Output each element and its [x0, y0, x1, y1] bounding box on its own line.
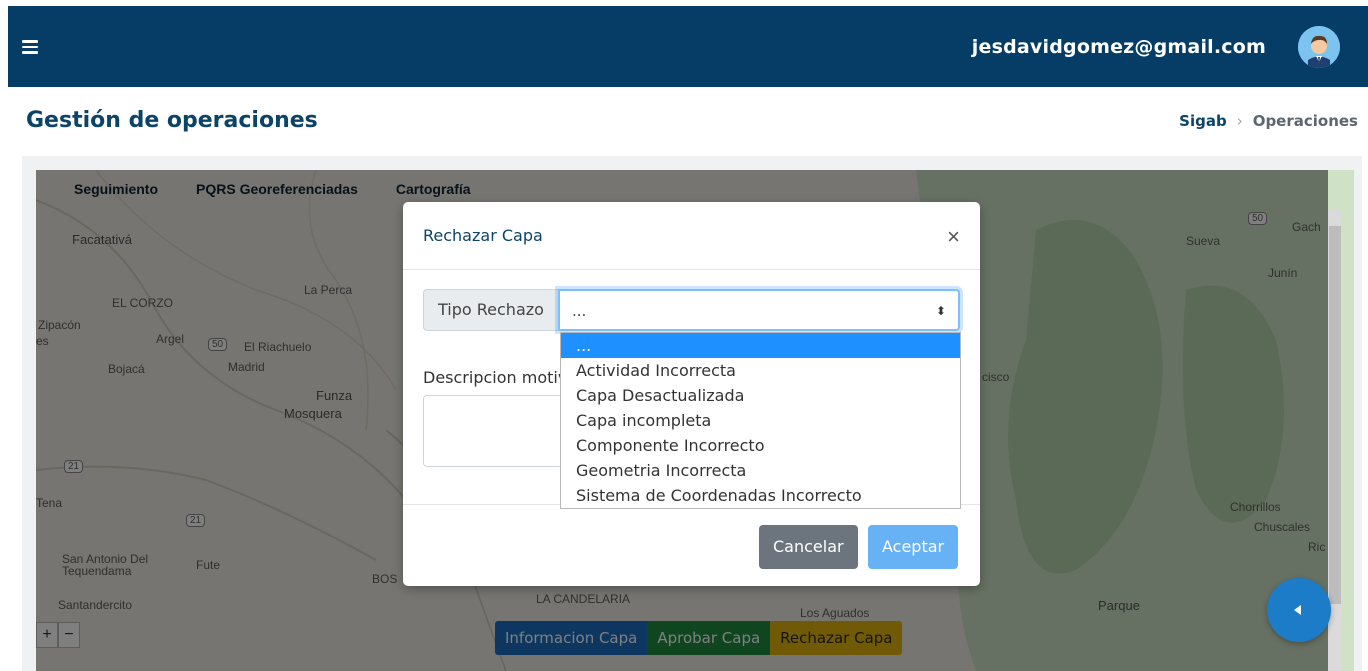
- user-email[interactable]: jesdavidgomez@gmail.com: [972, 36, 1266, 58]
- breadcrumb-item-operaciones: Operaciones: [1252, 112, 1358, 130]
- tipo-rechazo-label: Tipo Rechazo: [423, 289, 558, 331]
- breadcrumb-separator-icon: ›: [1236, 112, 1243, 130]
- page-title: Gestión de operaciones: [26, 108, 318, 133]
- tipo-rechazo-group: Tipo Rechazo ... ⬍: [423, 289, 960, 331]
- tipo-rechazo-dropdown: ... Actividad Incorrecta Capa Desactuali…: [560, 332, 961, 509]
- cancel-button[interactable]: Cancelar: [759, 525, 858, 569]
- dropdown-option[interactable]: Componente Incorrecto: [561, 433, 960, 458]
- top-navbar: jesdavidgomez@gmail.com: [8, 6, 1368, 87]
- tipo-rechazo-select[interactable]: ... ⬍: [557, 289, 960, 331]
- select-arrows-icon: ⬍: [935, 304, 946, 318]
- accept-button[interactable]: Aceptar: [868, 525, 959, 569]
- menu-icon[interactable]: [22, 40, 38, 54]
- dropdown-option[interactable]: ...: [561, 333, 960, 358]
- modal-header: Rechazar Capa ×: [403, 202, 980, 270]
- avatar-icon[interactable]: [1298, 26, 1340, 68]
- breadcrumb: Sigab › Operaciones: [1179, 112, 1358, 130]
- dropdown-option[interactable]: Sistema de Coordenadas Incorrecto: [561, 483, 960, 508]
- close-icon[interactable]: ×: [947, 226, 960, 248]
- dropdown-option[interactable]: Actividad Incorrecta: [561, 358, 960, 383]
- dropdown-option[interactable]: Geometria Incorrecta: [561, 458, 960, 483]
- modal-footer: Cancelar Aceptar: [403, 504, 980, 586]
- dropdown-option[interactable]: Capa Desactualizada: [561, 383, 960, 408]
- tipo-rechazo-value: ...: [571, 302, 587, 320]
- dropdown-option[interactable]: Capa incompleta: [561, 408, 960, 433]
- descripcion-label: Descripcion motivo: [423, 368, 563, 387]
- scrollbar-thumb[interactable]: [1329, 226, 1341, 604]
- collapse-panel-button[interactable]: [1267, 578, 1331, 642]
- modal-title: Rechazar Capa: [423, 226, 543, 245]
- breadcrumb-item-sigab[interactable]: Sigab: [1179, 112, 1227, 130]
